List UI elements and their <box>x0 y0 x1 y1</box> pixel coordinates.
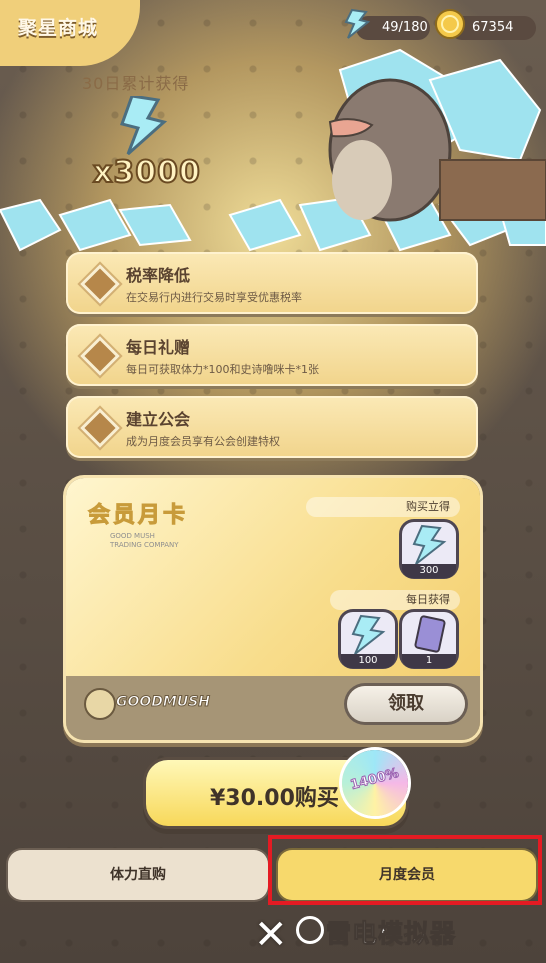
membership-card-title: 会员月卡 <box>87 503 189 529</box>
page-title: 聚星商城 <box>18 17 99 39</box>
perk-bullet-icon <box>80 336 120 376</box>
perk-daily-gift: 每日礼赠 每日可获取体力*100和史诗噜咪卡*1张 <box>66 324 478 386</box>
lightning-crystal-icon <box>120 96 168 156</box>
perk-title: 税率降低 <box>126 266 191 285</box>
watermark: 雷电模拟器 <box>325 919 457 949</box>
lightning-crystal-icon <box>344 8 371 39</box>
close-icon[interactable]: ✕ <box>254 912 288 958</box>
perk-create-guild: 建立公会 成为月度会员享有公会创建特权 <box>66 396 478 458</box>
purchase-button-label: ¥30.00购买 <box>210 786 339 811</box>
item-count: 1 <box>402 654 456 668</box>
perk-description: 每日可获取体力*100和史诗噜咪卡*1张 <box>126 363 319 376</box>
subtitle-line: GOOD MUSH <box>110 532 155 540</box>
lightning-crystal-icon <box>412 524 447 565</box>
tab-energy-purchase[interactable]: 体力直购 <box>8 850 268 900</box>
perk-description: 在交易行内进行交易时享受优惠税率 <box>126 291 302 304</box>
brand-name: GOODMUSH <box>115 694 211 711</box>
daily-reward-card-item[interactable]: 1 <box>402 612 456 668</box>
instant-reward-label: 购买立得 <box>306 497 460 517</box>
lightning-crystal-icon <box>351 614 386 655</box>
perk-description: 成为月度会员享有公会创建特权 <box>126 435 280 448</box>
membership-card-subtitle: GOOD MUSH TRADING COMPANY <box>110 532 179 550</box>
item-count: 100 <box>341 654 395 668</box>
item-count: 300 <box>402 564 456 578</box>
perk-tax-reduction: 税率降低 在交易行内进行交易时享受优惠税率 <box>66 252 478 314</box>
perk-bullet-icon <box>80 408 120 448</box>
highlight-box <box>268 835 542 905</box>
gold-coin-icon <box>435 9 465 39</box>
emulator-logo-icon <box>296 916 324 944</box>
daily-reward-energy-item[interactable]: 100 <box>341 612 395 668</box>
daily-reward-label: 每日获得 <box>330 590 460 610</box>
perk-title: 建立公会 <box>126 410 191 429</box>
brand-logo-icon <box>84 688 116 720</box>
perk-title: 每日礼赠 <box>126 338 191 357</box>
epic-card-icon <box>414 615 446 653</box>
energy-counter-value: 49/180 <box>382 20 428 35</box>
instant-reward-item[interactable]: 300 <box>402 522 456 578</box>
promo-label: 30日累计获得 <box>82 74 190 93</box>
coin-counter-value: 67354 <box>472 20 514 35</box>
perk-bullet-icon <box>80 264 120 304</box>
subtitle-line: TRADING COMPANY <box>110 541 179 549</box>
claim-button[interactable]: 领取 <box>347 686 465 722</box>
promo-count: x3000 <box>92 154 201 191</box>
